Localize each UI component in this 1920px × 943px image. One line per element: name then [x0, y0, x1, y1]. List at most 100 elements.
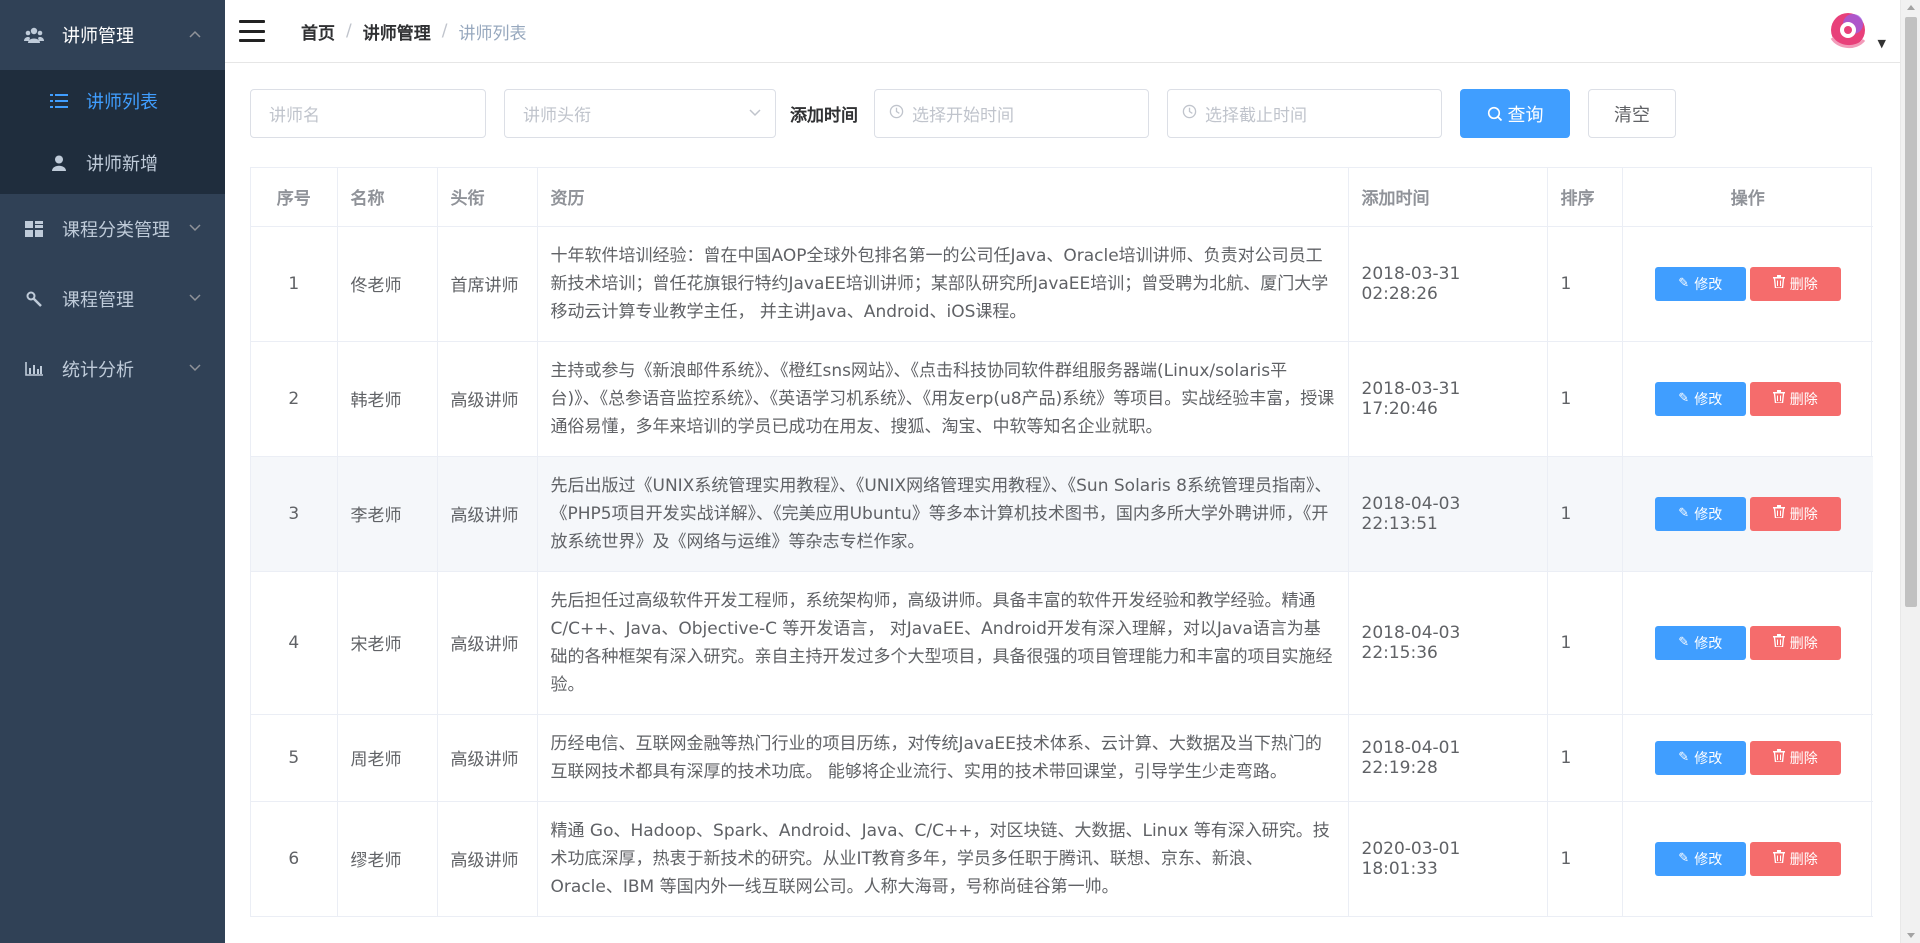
- grid-icon: [24, 219, 44, 239]
- menu-course-management[interactable]: 课程管理: [0, 264, 225, 334]
- cell-time: 2018-03-31 02:28:26: [1348, 226, 1548, 342]
- users-icon: [24, 25, 44, 45]
- cell-actions: ✎ 修改 删除: [1622, 456, 1873, 572]
- delete-button[interactable]: 删除: [1749, 740, 1841, 775]
- sidebar-item-teacher-list[interactable]: 讲师列表: [0, 70, 225, 132]
- cell-actions: ✎ 修改 删除: [1622, 571, 1873, 715]
- column-header-actions: 操作: [1622, 168, 1873, 227]
- menu-teacher-management[interactable]: 讲师管理: [0, 0, 225, 70]
- cell-intro: 历经电信、互联网金融等热门行业的项目历练，对传统JavaEE技术体系、云计算、大…: [537, 714, 1349, 802]
- table-row[interactable]: 4 宋老师 高级讲师 先后担任过高级软件开发工程师，系统架构师，高级讲师。具备丰富的软…: [251, 571, 1873, 715]
- column-header-intro: 资历: [537, 168, 1349, 227]
- sidebar-item-label: 讲师列表: [86, 92, 158, 113]
- delete-button[interactable]: 删除: [1749, 381, 1841, 416]
- clock-icon: [1182, 104, 1197, 123]
- breadcrumb-home[interactable]: 首页: [301, 19, 335, 44]
- edit-icon: ✎: [1678, 635, 1690, 650]
- delete-button[interactable]: 删除: [1749, 841, 1841, 876]
- delete-button-label: 删除: [1789, 276, 1818, 293]
- chart-icon: [24, 359, 44, 379]
- cell-no: 5: [251, 714, 338, 802]
- cell-intro: 精通 Go、Hadoop、Spark、Android、Java、C/C++，对区…: [537, 801, 1349, 917]
- cell-no: 4: [251, 571, 338, 715]
- scroll-up-arrow-icon[interactable]: [1907, 5, 1915, 10]
- cell-level: 高级讲师: [437, 341, 538, 457]
- clear-button[interactable]: 清空: [1588, 89, 1676, 138]
- cell-intro: 十年软件培训经验：曾在中国AOP全球外包排名第一的公司任Java、Oracle培…: [537, 226, 1349, 342]
- start-time-picker[interactable]: 选择开始时间: [874, 89, 1149, 138]
- menu-course-category[interactable]: 课程分类管理: [0, 194, 225, 264]
- search-form: 讲师名 讲师头衔 添加时间 选择开始时间 选择截止时间 查询 清空: [250, 89, 1676, 138]
- delete-button[interactable]: 删除: [1749, 266, 1841, 301]
- edit-button-label: 修改: [1694, 635, 1723, 652]
- edit-button[interactable]: ✎ 修改: [1654, 266, 1746, 301]
- cell-no: 6: [251, 801, 338, 917]
- table-row[interactable]: 6 缪老师 高级讲师 精通 Go、Hadoop、Spark、Android、Java、…: [251, 801, 1873, 917]
- end-time-picker[interactable]: 选择截止时间: [1167, 89, 1442, 138]
- breadcrumb: 首页 / 讲师管理 / 讲师列表: [301, 19, 526, 44]
- cell-time: 2018-04-03 22:15:36: [1348, 571, 1548, 715]
- table-row[interactable]: 3 李老师 高级讲师 先后出版过《UNIX系统管理实用教程》、《UNIX网络管理实用教…: [251, 456, 1873, 572]
- table-row[interactable]: 5 周老师 高级讲师 历经电信、互联网金融等热门行业的项目历练，对传统JavaEE技术…: [251, 714, 1873, 802]
- table-row[interactable]: 2 韩老师 高级讲师 主持或参与《新浪邮件系统》、《橙红sns网站》、《点击科技协同软…: [251, 341, 1873, 457]
- edit-button[interactable]: ✎ 修改: [1654, 496, 1746, 531]
- edit-icon: ✎: [1678, 276, 1690, 291]
- trash-icon: [1772, 505, 1785, 522]
- cell-name: 缪老师: [337, 801, 438, 917]
- teacher-level-select[interactable]: 讲师头衔: [504, 89, 776, 138]
- edit-button[interactable]: ✎ 修改: [1654, 625, 1746, 660]
- edit-icon: ✎: [1678, 750, 1690, 765]
- trash-icon: [1772, 390, 1785, 407]
- hamburger-menu-icon[interactable]: [239, 20, 265, 42]
- cell-level: 高级讲师: [437, 456, 538, 572]
- clock-icon: [889, 104, 904, 123]
- submenu-teacher: 讲师列表 讲师新增: [0, 70, 225, 194]
- menu-label: 课程分类管理: [62, 220, 170, 241]
- avatar: [1825, 8, 1870, 52]
- page-scrollbar[interactable]: [1900, 0, 1920, 943]
- sidebar-item-teacher-add[interactable]: 讲师新增: [0, 132, 225, 194]
- breadcrumb-teacher-management[interactable]: 讲师管理: [363, 19, 431, 44]
- cell-no: 1: [251, 226, 338, 342]
- cell-intro: 先后出版过《UNIX系统管理实用教程》、《UNIX网络管理实用教程》、《Sun …: [537, 456, 1349, 572]
- query-button[interactable]: 查询: [1460, 89, 1570, 138]
- trash-icon: [1772, 850, 1785, 867]
- cell-intro: 先后担任过高级软件开发工程师，系统架构师，高级讲师。具备丰富的软件开发经验和教学…: [537, 571, 1349, 715]
- delete-button[interactable]: 删除: [1749, 625, 1841, 660]
- column-header-no: 序号: [251, 168, 338, 227]
- sidebar-item-label: 讲师新增: [86, 154, 158, 175]
- menu-label: 讲师管理: [62, 26, 134, 47]
- user-avatar-dropdown[interactable]: ▼: [1825, 8, 1886, 52]
- trash-icon: [1772, 749, 1785, 766]
- edit-button[interactable]: ✎ 修改: [1654, 740, 1746, 775]
- chevron-down-icon: [189, 293, 201, 303]
- cell-no: 3: [251, 456, 338, 572]
- edit-button-label: 修改: [1694, 276, 1723, 293]
- edit-button-label: 修改: [1694, 506, 1723, 523]
- query-button-label: 查询: [1507, 104, 1544, 126]
- add-time-label: 添加时间: [790, 106, 858, 126]
- table-row[interactable]: 1 佟老师 首席讲师 十年软件培训经验：曾在中国AOP全球外包排名第一的公司任Java…: [251, 226, 1873, 342]
- teacher-name-input[interactable]: 讲师名: [250, 89, 486, 138]
- delete-button-label: 删除: [1789, 635, 1818, 652]
- cell-name: 佟老师: [337, 226, 438, 342]
- scroll-down-arrow-icon[interactable]: [1907, 933, 1915, 938]
- edit-button[interactable]: ✎ 修改: [1654, 381, 1746, 416]
- cell-sort: 1: [1547, 571, 1623, 715]
- edit-button[interactable]: ✎ 修改: [1654, 841, 1746, 876]
- delete-button-label: 删除: [1789, 750, 1818, 767]
- cell-level: 高级讲师: [437, 801, 538, 917]
- cell-time: 2020-03-01 18:01:33: [1348, 801, 1548, 917]
- caret-down-icon: ▼: [1877, 37, 1886, 50]
- teacher-name-placeholder: 讲师名: [269, 106, 320, 126]
- column-header-sort: 排序: [1547, 168, 1623, 227]
- scrollbar-thumb[interactable]: [1905, 17, 1917, 607]
- chevron-down-icon: [189, 223, 201, 233]
- edit-icon: ✎: [1678, 506, 1690, 521]
- delete-button-label: 删除: [1789, 851, 1818, 868]
- navbar: 首页 / 讲师管理 / 讲师列表 ▼: [225, 0, 1900, 63]
- search-icon: [1487, 106, 1503, 122]
- delete-button[interactable]: 删除: [1749, 496, 1841, 531]
- menu-statistics[interactable]: 统计分析: [0, 334, 225, 404]
- teacher-table: 序号 名称 头衔 资历 添加时间 排序 操作 1 佟老师 首席讲师 十年软件培训经验：…: [250, 167, 1873, 917]
